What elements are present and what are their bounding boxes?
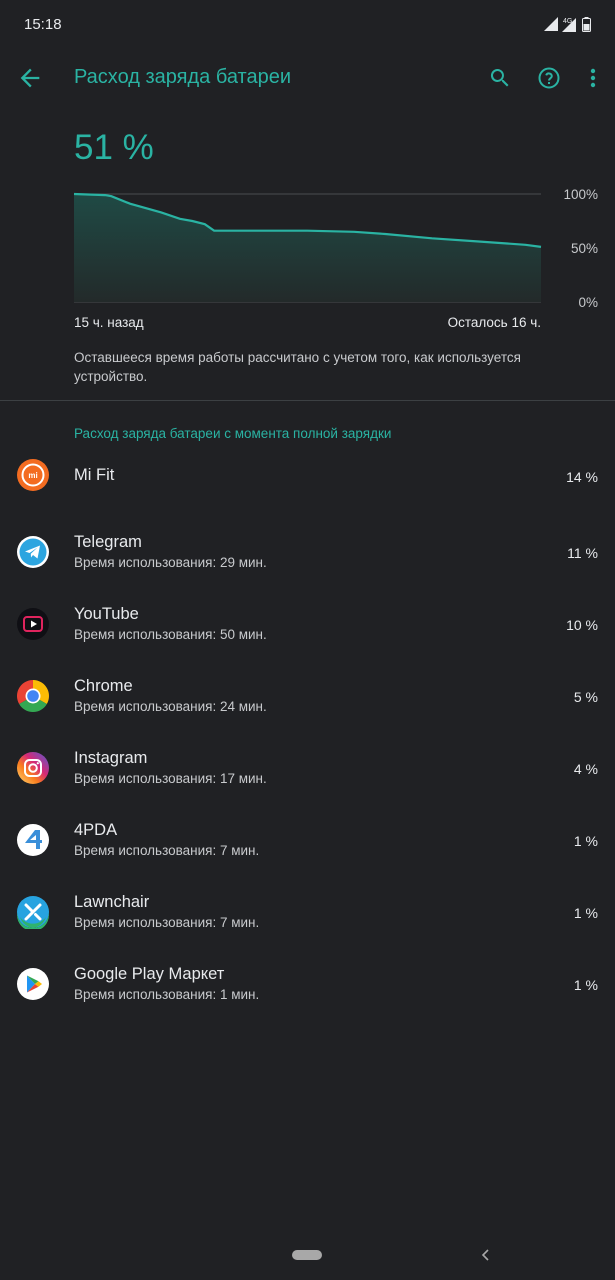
page-title: Расход заряда батареи [74, 66, 292, 88]
help-icon[interactable] [537, 66, 561, 90]
list-item-chrome[interactable]: Chrome Время использования: 24 мин. 5 % [0, 660, 615, 732]
app-percent: 1 % [573, 977, 598, 993]
battery-percent: 51 % [74, 128, 154, 167]
mi-fit-icon: mi [17, 459, 49, 491]
estimate-note: Оставшееся время работы рассчитано с уче… [74, 350, 521, 384]
telegram-icon [17, 536, 49, 568]
cell-signal-icon: 4G [562, 18, 576, 32]
lawnchair-icon [17, 896, 49, 929]
home-pill-button[interactable] [292, 1250, 322, 1260]
app-name: Chrome [74, 677, 133, 695]
app-usage-time: Время использования: 7 мин. [74, 915, 260, 930]
google-play-icon [17, 968, 49, 1000]
app-bar: Расход заряда батареи [0, 50, 615, 106]
app-usage-time: Время использования: 50 мин. [74, 627, 267, 642]
app-usage-time: Время использования: 17 мин. [74, 771, 267, 786]
nav-back-icon[interactable] [478, 1246, 494, 1264]
section-divider [0, 400, 615, 401]
battery-usage-chart: 100% 50% 0% [73, 187, 598, 310]
app-name: Google Play Маркет [74, 965, 225, 983]
app-percent: 14 % [566, 469, 598, 485]
app-usage-time: Время использования: 29 мин. [74, 555, 267, 570]
app-name: Mi Fit [74, 466, 115, 484]
app-name: Instagram [74, 749, 148, 767]
search-icon[interactable] [488, 66, 512, 90]
wifi-signal-icon [544, 17, 558, 31]
app-name: Lawnchair [74, 893, 150, 911]
list-item-lawnchair[interactable]: Lawnchair Время использования: 7 мин. 1 … [0, 876, 615, 948]
back-arrow-icon[interactable] [16, 64, 44, 92]
app-name: 4PDA [74, 821, 118, 839]
instagram-icon [17, 752, 49, 784]
status-time: 15:18 [24, 16, 62, 33]
status-bar: 15:18 4G [0, 0, 615, 50]
4pda-icon [17, 824, 49, 856]
chart-start-label: 15 ч. назад [74, 315, 144, 330]
app-percent: 4 % [573, 761, 598, 777]
app-name: YouTube [74, 605, 139, 623]
y-tick-label: 50% [571, 241, 598, 256]
more-vert-icon[interactable] [583, 66, 603, 90]
app-percent: 1 % [573, 833, 598, 849]
y-tick-label: 0% [578, 295, 598, 310]
chrome-icon [16, 680, 50, 713]
battery-icon [582, 16, 591, 32]
chart-area-fill [74, 194, 541, 302]
network-type-label: 4G [563, 18, 572, 25]
app-percent: 10 % [566, 617, 598, 633]
list-item-mi-fit[interactable]: mi Mi Fit 14 % [0, 442, 615, 516]
app-usage-time: Время использования: 7 мин. [74, 843, 260, 858]
app-usage-list: mi Mi Fit 14 % Telegram Время использова… [0, 442, 615, 1020]
list-item-instagram[interactable]: Instagram Время использования: 17 мин. 4… [0, 732, 615, 804]
list-item-telegram[interactable]: Telegram Время использования: 29 мин. 11… [0, 516, 615, 588]
app-percent: 1 % [573, 905, 598, 921]
list-item-youtube[interactable]: YouTube Время использования: 50 мин. 10 … [0, 588, 615, 660]
app-percent: 11 % [567, 545, 598, 561]
system-nav-bar [0, 1230, 615, 1280]
chart-end-label: Осталось 16 ч. [447, 315, 541, 330]
section-title: Расход заряда батареи с момента полной з… [74, 426, 392, 441]
list-item-google-play[interactable]: Google Play Маркет Время использования: … [0, 948, 615, 1020]
svg-text:mi: mi [28, 471, 37, 480]
app-usage-time: Время использования: 24 мин. [74, 699, 267, 714]
system-icons: 4G [544, 16, 591, 32]
list-item-4pda[interactable]: 4PDA Время использования: 7 мин. 1 % [0, 804, 615, 876]
app-usage-time: Время использования: 1 мин. [74, 987, 260, 1002]
youtube-icon [17, 608, 49, 640]
y-tick-label: 100% [563, 187, 598, 202]
app-name: Telegram [74, 533, 142, 551]
app-percent: 5 % [573, 689, 598, 705]
